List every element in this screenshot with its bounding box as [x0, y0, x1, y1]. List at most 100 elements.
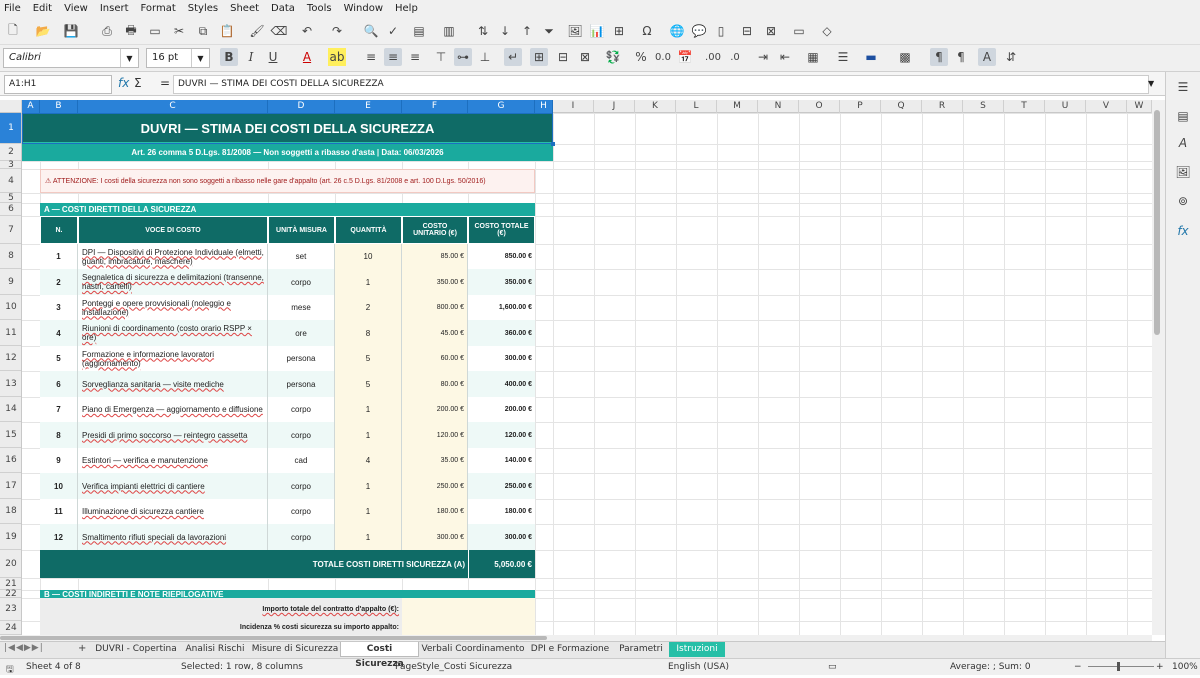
right-to-left-icon[interactable]: ¶ — [952, 48, 970, 66]
pivot-table-icon[interactable]: ⊞ — [610, 22, 628, 40]
language[interactable]: English (USA) — [668, 662, 729, 672]
column-header-f[interactable]: F — [402, 100, 468, 113]
row-icon[interactable]: ▤ — [410, 22, 428, 40]
clear-formatting-icon[interactable]: ⌫ — [270, 22, 288, 40]
row-header-14[interactable]: 14 — [0, 397, 21, 422]
sort-icon[interactable]: ⇅ — [474, 22, 492, 40]
row-header-3[interactable]: 3 — [0, 161, 21, 170]
menu-item-data[interactable]: Data — [271, 3, 295, 14]
print-preview-icon[interactable]: ▭ — [146, 22, 164, 40]
highlight-color-icon[interactable]: ab — [328, 48, 346, 66]
row-header-24[interactable]: 24 — [0, 621, 21, 635]
number-format-icon[interactable]: 0.0 — [654, 48, 672, 66]
menu-item-sheet[interactable]: Sheet — [230, 3, 259, 14]
text-direction-icon[interactable]: ⇵ — [1002, 48, 1020, 66]
zoom-level[interactable]: 100% — [1172, 662, 1198, 672]
merge-center-icon[interactable]: ⊞ — [530, 48, 548, 66]
horizontal-scroll-thumb[interactable] — [0, 636, 547, 640]
left-to-right-icon[interactable]: ¶ — [930, 48, 948, 66]
column-header-v[interactable]: V — [1086, 100, 1127, 113]
borders-icon[interactable]: ▦ — [804, 48, 822, 66]
column-header-k[interactable]: K — [635, 100, 676, 113]
column-icon[interactable]: ▥ — [440, 22, 458, 40]
export-pdf-icon[interactable]: ⎙ — [98, 22, 116, 40]
column-header-l[interactable]: L — [676, 100, 717, 113]
tab-verbali-coordinamento[interactable]: Verbali Coordinamento — [419, 642, 527, 657]
menu-item-file[interactable]: File — [4, 3, 21, 14]
column-header-h[interactable]: H — [535, 100, 553, 113]
navigator-icon[interactable]: ⊚ — [1174, 192, 1192, 210]
vertical-scroll-thumb[interactable] — [1154, 110, 1160, 335]
percent-format-icon[interactable]: % — [632, 48, 650, 66]
align-left-icon[interactable]: ≡ — [362, 48, 380, 66]
currency-format-icon[interactable]: 💱 — [604, 48, 622, 66]
row-header-9[interactable]: 9 — [0, 269, 21, 295]
column-header-q[interactable]: Q — [881, 100, 922, 113]
properties-icon[interactable]: ▤ — [1174, 107, 1192, 125]
tab-istruzioni[interactable]: Istruzioni — [669, 642, 725, 657]
clone-formatting-icon[interactable]: 🖌 — [248, 22, 266, 40]
column-header-c[interactable]: C — [78, 100, 268, 113]
sort-descending-icon[interactable]: ↑ — [518, 22, 536, 40]
menu-item-view[interactable]: View — [64, 3, 88, 14]
page-style[interactable]: PageStyle_Costi Sicurezza — [395, 662, 512, 672]
zoom-in-icon[interactable]: + — [1156, 662, 1164, 672]
row-header-19[interactable]: 19 — [0, 524, 21, 550]
chart-icon[interactable]: 📊 — [588, 22, 606, 40]
column-header-u[interactable]: U — [1045, 100, 1086, 113]
show-draw-functions-icon[interactable]: ◇ — [818, 22, 836, 40]
open-icon[interactable]: 📂 — [34, 22, 52, 40]
wrap-text-icon[interactable]: ↵ — [504, 48, 522, 66]
tab-dpi-e-formazione[interactable]: DPI e Formazione — [527, 642, 613, 657]
column-header-b[interactable]: B — [40, 100, 78, 113]
border-color-icon[interactable]: ▬ — [862, 48, 880, 66]
functions-icon[interactable]: fx — [1174, 222, 1192, 240]
delete-decimal-icon[interactable]: .0 — [726, 48, 744, 66]
menu-item-format[interactable]: Format — [141, 3, 176, 14]
column-header-a[interactable]: A — [22, 100, 40, 113]
selection-mode-icon[interactable]: ▭ — [828, 662, 837, 672]
undo-icon[interactable]: ↶ — [298, 22, 316, 40]
row-header-8[interactable]: 8 — [0, 244, 21, 269]
column-header-n[interactable]: N — [758, 100, 799, 113]
row-header-11[interactable]: 11 — [0, 320, 21, 346]
hyperlink-icon[interactable]: 🌐 — [668, 22, 686, 40]
row-header-4[interactable]: 4 — [0, 169, 21, 193]
redo-icon[interactable]: ↷ — [328, 22, 346, 40]
font-name-box[interactable]: Calibri ▼ — [3, 48, 139, 68]
tab-costi-sicurezza[interactable]: Costi Sicurezza — [340, 642, 419, 669]
unmerge-cells-icon[interactable]: ⊠ — [576, 48, 594, 66]
selection-handle[interactable] — [551, 142, 555, 146]
row-header-16[interactable]: 16 — [0, 448, 21, 473]
center-vertically-icon[interactable]: ⊶ — [454, 48, 472, 66]
column-header-j[interactable]: J — [594, 100, 635, 113]
row-header-2[interactable]: 2 — [0, 144, 21, 161]
formula-input[interactable]: DUVRI — STIMA DEI COSTI DELLA SICUREZZA — [173, 75, 1149, 94]
sidebar-menu-icon[interactable]: ☰ — [1174, 78, 1192, 96]
row-header-15[interactable]: 15 — [0, 422, 21, 448]
corner-cell[interactable] — [0, 100, 22, 113]
spelling-icon[interactable]: ✓ — [384, 22, 402, 40]
conditional-format-icon[interactable]: ▩ — [896, 48, 914, 66]
italic-icon[interactable]: I — [242, 48, 260, 66]
menu-item-tools[interactable]: Tools — [307, 3, 332, 14]
tab-analisi-rischi[interactable]: Analisi Rischi — [180, 642, 250, 657]
print-icon[interactable]: 🖶 — [122, 22, 140, 40]
spreadsheet-grid[interactable]: DUVRI — STIMA DEI COSTI DELLA SICUREZZA A… — [22, 113, 1152, 635]
sort-ascending-icon[interactable]: ↓ — [496, 22, 514, 40]
vertical-text-icon[interactable]: A — [978, 48, 996, 66]
column-header-o[interactable]: O — [799, 100, 840, 113]
paste-icon[interactable]: 📋 — [218, 22, 236, 40]
date-format-icon[interactable]: 📅 — [676, 48, 694, 66]
column-header-i[interactable]: I — [553, 100, 594, 113]
menu-item-window[interactable]: Window — [344, 3, 383, 14]
chevron-down-icon[interactable]: ▼ — [120, 49, 138, 67]
increase-indent-icon[interactable]: ⇥ — [754, 48, 772, 66]
find-replace-icon[interactable]: 🔍 — [362, 22, 380, 40]
menu-item-styles[interactable]: Styles — [188, 3, 218, 14]
copy-icon[interactable]: ⧉ — [194, 22, 212, 40]
comment-icon[interactable]: 💬 — [690, 22, 708, 40]
column-header-m[interactable]: M — [717, 100, 758, 113]
column-header-r[interactable]: R — [922, 100, 963, 113]
row-header-20[interactable]: 20 — [0, 550, 21, 578]
